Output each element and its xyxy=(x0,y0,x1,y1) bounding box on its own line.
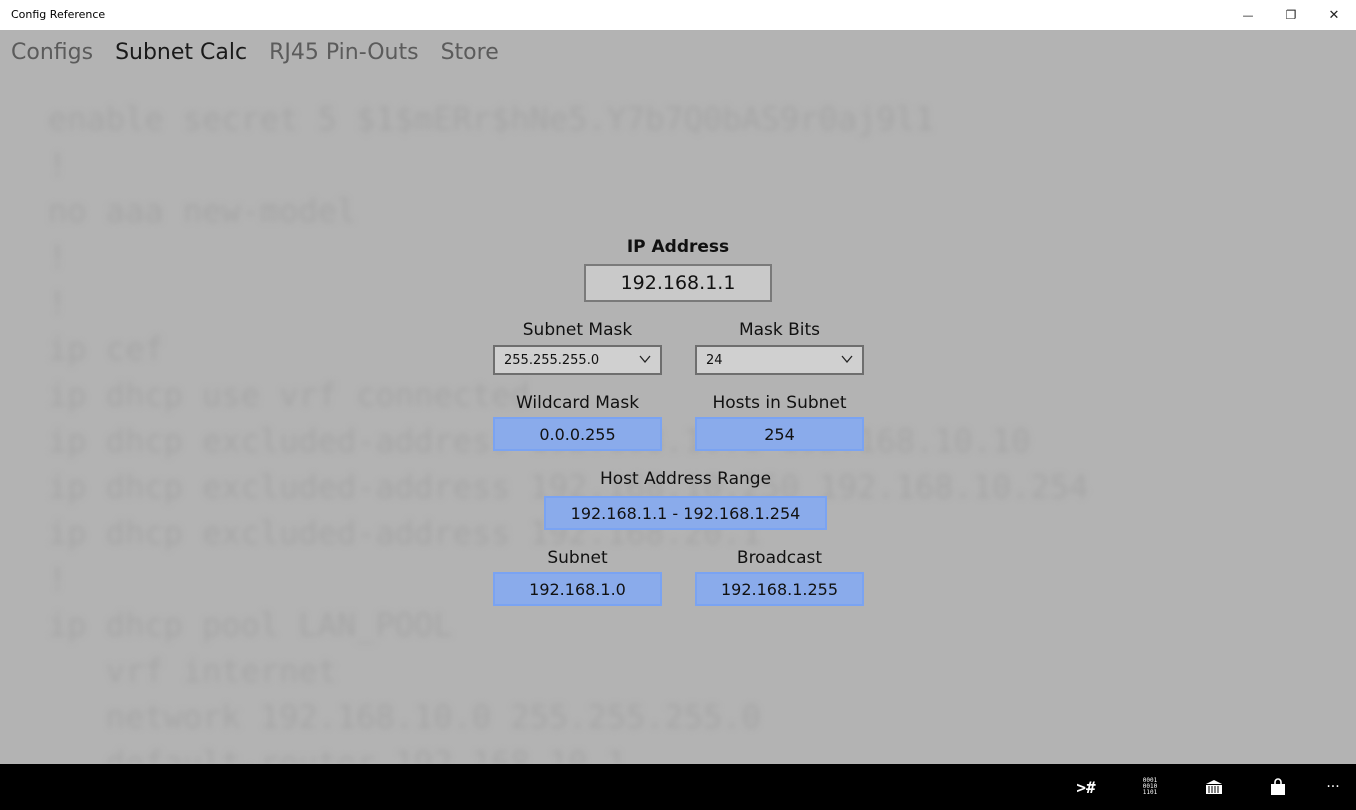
binary-button[interactable]: 0001 0010 1101 xyxy=(1130,772,1170,802)
maximize-button[interactable]: ❐ xyxy=(1269,0,1313,30)
restore-icon: ❐ xyxy=(1285,8,1297,22)
window-title: Config Reference xyxy=(11,8,106,21)
host-address-range-field: 192.168.1.1 - 192.168.1.254 xyxy=(544,496,827,530)
store-button[interactable] xyxy=(1258,772,1298,802)
store-bag-icon xyxy=(1271,778,1285,795)
title-bar: Config Reference — ❐ ✕ xyxy=(0,0,1356,30)
subnet-label: Subnet xyxy=(547,548,608,568)
hosts-in-subnet-label: Hosts in Subnet xyxy=(712,393,847,413)
hosts-in-subnet-field: 254 xyxy=(695,417,864,451)
subnet-field: 192.168.1.0 xyxy=(493,572,662,606)
minimize-icon: — xyxy=(1242,8,1254,22)
subnet-mask-value: 255.255.255.0 xyxy=(504,352,600,368)
more-button[interactable]: ··· xyxy=(1313,772,1353,802)
terminal-icon: ># xyxy=(1076,777,1096,797)
chevron-down-icon xyxy=(639,355,651,364)
nav-store[interactable]: Store xyxy=(441,40,499,65)
nav-subnet-calc[interactable]: Subnet Calc xyxy=(115,40,247,65)
mask-bits-value: 24 xyxy=(706,352,723,368)
ip-address-label: IP Address xyxy=(626,237,730,257)
nav-rj45-pinouts[interactable]: RJ45 Pin-Outs xyxy=(269,40,419,65)
subnet-mask-label: Subnet Mask xyxy=(522,320,633,340)
mask-bits-label: Mask Bits xyxy=(738,320,821,340)
wildcard-mask-field: 0.0.0.255 xyxy=(493,417,662,451)
mask-bits-dropdown[interactable]: 24 xyxy=(695,345,864,375)
bottom-app-bar: ># 0001 0010 1101 ··· xyxy=(0,764,1356,810)
nav-configs[interactable]: Configs xyxy=(11,40,93,65)
terminal-button[interactable]: ># xyxy=(1066,772,1106,802)
broadcast-field: 192.168.1.255 xyxy=(695,572,864,606)
broadcast-label: Broadcast xyxy=(736,548,823,568)
rack-icon xyxy=(1206,780,1222,794)
more-icon: ··· xyxy=(1326,779,1340,795)
host-address-range-label: Host Address Range xyxy=(599,469,772,489)
minimize-button[interactable]: — xyxy=(1226,0,1270,30)
close-icon: ✕ xyxy=(1328,7,1340,23)
top-nav: Configs Subnet Calc RJ45 Pin-Outs Store xyxy=(11,40,499,65)
rack-button[interactable] xyxy=(1194,772,1234,802)
chevron-down-icon xyxy=(841,355,853,364)
wildcard-mask-label: Wildcard Mask xyxy=(515,393,640,413)
close-button[interactable]: ✕ xyxy=(1312,0,1356,30)
ip-address-input[interactable] xyxy=(584,264,772,302)
binary-icon: 0001 0010 1101 xyxy=(1142,777,1158,796)
subnet-mask-dropdown[interactable]: 255.255.255.0 xyxy=(493,345,662,375)
